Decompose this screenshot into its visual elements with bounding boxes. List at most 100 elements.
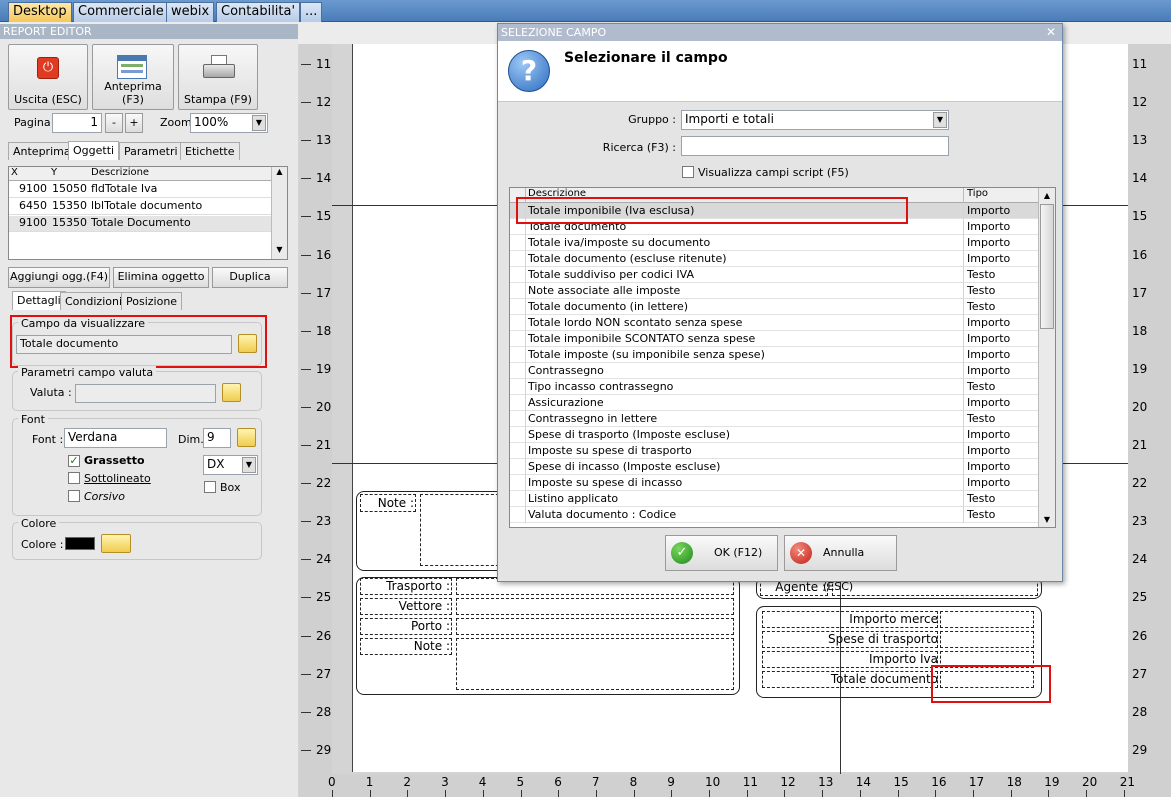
list-item[interactable]: Totale documento Importo <box>510 219 1039 235</box>
folder-icon[interactable] <box>237 428 256 447</box>
list-item[interactable]: Tipo incasso contrassegno Testo <box>510 379 1039 395</box>
list-item[interactable]: Contrassegno in lettere Testo <box>510 411 1039 427</box>
align-select[interactable]: DX ▼ <box>203 455 258 475</box>
page-minus-button[interactable]: - <box>105 113 123 133</box>
group-select[interactable]: Importi e totali ▼ <box>681 110 949 130</box>
scroll-down-icon[interactable]: ▼ <box>1039 512 1055 527</box>
list-item[interactable]: Valuta documento : Codice Testo <box>510 507 1039 523</box>
field-type: Testo <box>963 267 1038 283</box>
preview-button[interactable]: Anteprima (F3) <box>92 44 174 110</box>
italic-label: Corsivo <box>84 490 125 503</box>
notes-field[interactable] <box>420 494 504 566</box>
tab-desktop[interactable]: Desktop <box>8 2 72 22</box>
total-document-field[interactable] <box>940 671 1034 688</box>
scroll-thumb[interactable] <box>1040 204 1054 329</box>
ruler-tick <box>301 749 311 751</box>
search-input[interactable] <box>681 136 949 156</box>
color-label: Colore : <box>21 538 64 551</box>
close-icon[interactable]: ✕ <box>1046 25 1056 39</box>
underline-checkbox[interactable] <box>68 472 80 484</box>
carrier-field[interactable] <box>456 598 734 615</box>
folder-icon[interactable] <box>222 383 241 402</box>
note2-field[interactable] <box>456 638 734 690</box>
exit-button[interactable]: ⏻ Uscita (ESC) <box>8 44 88 110</box>
bold-checkbox[interactable]: ✓ <box>68 455 80 467</box>
ruler-tick-label: 8 <box>629 775 638 789</box>
list-item[interactable]: Totale imponibile SCONTATO senza spese Im… <box>510 331 1039 347</box>
scroll-down-icon[interactable]: ▼ <box>272 245 287 259</box>
tab-anteprima[interactable]: Anteprima <box>8 142 76 160</box>
ruler-tick-label: 16 <box>1132 247 1148 262</box>
list-item[interactable]: Totale imponibile (Iva esclusa) Importo <box>510 203 1039 219</box>
tab-webix[interactable]: webix <box>166 2 215 22</box>
field-type: Importo <box>963 443 1038 459</box>
total-field[interactable] <box>940 631 1034 648</box>
dim-input[interactable]: 9 <box>203 428 231 448</box>
tab-contabilita[interactable]: Contabilita' <box>216 2 301 22</box>
tab-dettagli[interactable]: Dettagli <box>12 291 66 310</box>
fields-scrollbar[interactable]: ▲ ▼ <box>1038 188 1055 527</box>
objects-scrollbar[interactable]: ▲ ▼ <box>271 167 287 259</box>
ruler-tick <box>301 330 311 332</box>
scroll-up-icon[interactable]: ▲ <box>272 167 287 181</box>
box-checkbox[interactable] <box>204 481 216 493</box>
duplicate-button[interactable]: Duplica <box>212 267 288 288</box>
ruler-tick <box>972 790 974 797</box>
scroll-up-icon[interactable]: ▲ <box>1039 188 1055 203</box>
field-description: Contrassegno <box>525 363 963 379</box>
add-object-button[interactable]: Aggiungi ogg.(F4) <box>8 267 110 288</box>
zoom-select[interactable]: 100% ▼ <box>190 113 268 133</box>
table-row[interactable]: 9100 15350 Totale Documento <box>9 216 271 232</box>
list-item[interactable]: Totale lordo NON scontato senza spese Imp… <box>510 315 1039 331</box>
total-label: Totale documento <box>830 672 938 686</box>
tab-more[interactable]: ... <box>300 2 323 22</box>
italic-checkbox[interactable] <box>68 490 80 502</box>
total-field[interactable] <box>940 651 1034 668</box>
page-input[interactable]: 1 <box>52 113 102 133</box>
list-item[interactable]: Contrassegno Importo <box>510 363 1039 379</box>
total-field[interactable] <box>940 611 1034 628</box>
bottom-ruler: 0 1 2 3 4 5 6 7 8 9 10 11 12 13 14 15 16 17 18 19 20 21 <box>299 774 1171 797</box>
tab-oggetti[interactable]: Oggetti <box>68 141 120 160</box>
ruler-tick <box>301 102 311 104</box>
print-button[interactable]: Stampa (F9) <box>178 44 258 110</box>
list-item[interactable]: Totale imposte (su imponibile senza spes… <box>510 347 1039 363</box>
ok-button[interactable]: ✓ OK (F12) <box>665 535 778 571</box>
tab-posizione[interactable]: Posizione <box>121 292 183 310</box>
ruler-tick-label: 15 <box>893 775 909 789</box>
ruler-tick-label: 14 <box>1132 171 1148 186</box>
list-item[interactable]: Totale iva/imposte su documento Importo <box>510 235 1039 251</box>
list-item[interactable]: Listino applicato Testo <box>510 491 1039 507</box>
list-item[interactable]: Imposte su spese di trasporto Importo <box>510 443 1039 459</box>
list-item[interactable]: Imposte su spese di incasso Importo <box>510 475 1039 491</box>
font-input[interactable]: Verdana <box>64 428 167 448</box>
objects-table-header: X Y Descrizione <box>9 167 271 181</box>
tab-commerciale[interactable]: Commerciale <box>73 2 169 22</box>
port-field[interactable] <box>456 618 734 635</box>
tab-condizioni[interactable]: Condizioni <box>60 292 128 310</box>
table-row[interactable]: 6450 15350 lblTotale documento <box>9 199 271 215</box>
list-item[interactable]: Spese di trasporto (Imposte escluse) Impo… <box>510 427 1039 443</box>
list-item[interactable]: Totale documento (in lettere) Testo <box>510 299 1039 315</box>
field-display-input[interactable]: Totale documento <box>16 335 232 354</box>
list-item[interactable]: Assicurazione Importo <box>510 395 1039 411</box>
list-item[interactable]: Totale documento (escluse ritenute) Impor… <box>510 251 1039 267</box>
folder-icon[interactable] <box>238 334 257 353</box>
ruler-tick-label: 7 <box>591 775 600 789</box>
list-item[interactable]: Totale suddiviso per codici IVA Testo <box>510 267 1039 283</box>
ruler-tick <box>301 521 311 523</box>
ruler-tick <box>301 292 311 294</box>
tab-parametri[interactable]: Parametri <box>119 142 183 160</box>
delete-object-button[interactable]: Elimina oggetto <box>113 267 209 288</box>
cancel-button[interactable]: ✕ Annulla (ESC) <box>784 535 897 593</box>
list-item[interactable]: Spese di incasso (Imposte escluse) Import… <box>510 459 1039 475</box>
ruler-tick-label: 27 <box>1132 666 1148 681</box>
script-fields-checkbox[interactable] <box>682 166 694 178</box>
color-swatch[interactable] <box>65 537 95 550</box>
currency-input[interactable] <box>75 384 216 403</box>
tab-etichette[interactable]: Etichette <box>180 142 240 160</box>
folder-icon[interactable] <box>101 534 131 553</box>
page-plus-button[interactable]: + <box>125 113 143 133</box>
list-item[interactable]: Note associate alle imposte Testo <box>510 283 1039 299</box>
table-row[interactable]: 9100 15050 fldTotale Iva <box>9 182 271 198</box>
